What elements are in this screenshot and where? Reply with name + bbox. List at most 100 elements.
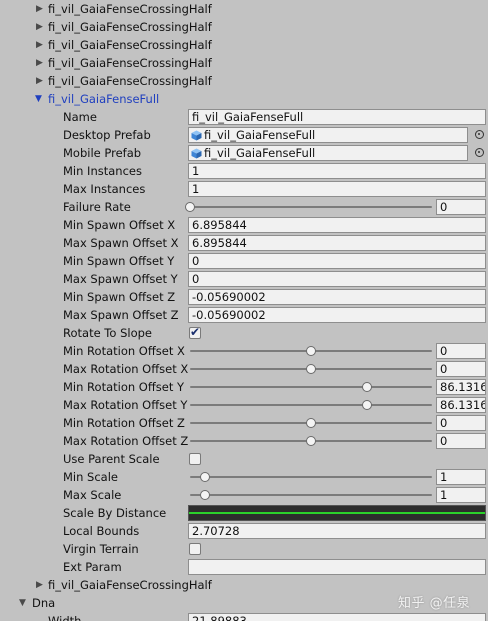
tree-item[interactable]: ▶ fi_vil_GaiaFenseCrossingHalf — [0, 0, 488, 18]
property-min-rotation-offset-y: Min Rotation Offset Y 86.1316 — [0, 378, 488, 396]
slider-thumb[interactable] — [361, 382, 372, 392]
property-virgin-terrain: Virgin Terrain — [0, 540, 488, 558]
slider-thumb[interactable] — [199, 472, 210, 482]
slider-track[interactable] — [190, 386, 432, 388]
slider-thumb[interactable] — [306, 346, 316, 356]
slider-thumb[interactable] — [306, 418, 316, 428]
min-rotation-offset-z-field[interactable]: 0 — [436, 415, 486, 431]
min-rotation-offset-x-field[interactable]: 0 — [436, 343, 486, 359]
slider-thumb[interactable] — [199, 490, 210, 500]
property-label: Rotate To Slope — [63, 326, 152, 340]
property-max-spawn-offset-z: Max Spawn Offset Z -0.05690002 — [0, 306, 488, 324]
min-spawn-offset-y-field[interactable]: 0 — [188, 253, 486, 269]
property-label: Min Scale — [63, 470, 119, 484]
property-label: Max Rotation Offset Y — [63, 398, 188, 412]
tree-item[interactable]: ▶ fi_vil_GaiaFenseCrossingHalf — [0, 72, 488, 90]
tree-item-label: fi_vil_GaiaFenseCrossingHalf — [48, 56, 212, 70]
property-min-spawn-offset-x: Min Spawn Offset X 6.895844 — [0, 216, 488, 234]
ext-param-field[interactable] — [188, 559, 486, 575]
use-parent-scale-checkbox[interactable] — [189, 453, 201, 465]
property-label: Scale By Distance — [63, 506, 167, 520]
property-rotate-to-slope: Rotate To Slope ✔ — [0, 324, 488, 342]
min-scale-field[interactable]: 1 — [436, 469, 486, 485]
max-spawn-offset-z-field[interactable]: -0.05690002 — [188, 307, 486, 323]
min-spawn-offset-z-field[interactable]: -0.05690002 — [188, 289, 486, 305]
property-label: Use Parent Scale — [63, 452, 160, 466]
property-label: Failure Rate — [63, 200, 131, 214]
expand-arrow-icon[interactable]: ▶ — [36, 39, 46, 51]
prefab-name: fi_vil_GaiaFenseFull — [204, 146, 316, 160]
failure-rate-field[interactable]: 0 — [436, 199, 486, 215]
max-rotation-offset-z-field[interactable]: 0 — [436, 433, 486, 449]
mobile-prefab-field[interactable]: fi_vil_GaiaFenseFull — [188, 145, 468, 161]
slider-track[interactable] — [190, 476, 432, 478]
property-label: Mobile Prefab — [63, 146, 142, 160]
property-label: Virgin Terrain — [63, 542, 139, 556]
width-field[interactable]: 21.89883 — [188, 613, 486, 621]
scale-by-distance-curve[interactable] — [188, 505, 486, 521]
property-label: Min Rotation Offset X — [63, 344, 185, 358]
slider-thumb[interactable] — [306, 436, 316, 446]
expand-arrow-icon[interactable]: ▶ — [36, 57, 46, 69]
property-label: Min Instances — [63, 164, 142, 178]
max-spawn-offset-y-field[interactable]: 0 — [188, 271, 486, 287]
name-field[interactable]: fi_vil_GaiaFenseFull — [188, 109, 486, 125]
property-label: Max Spawn Offset Y — [63, 272, 178, 286]
max-rotation-offset-y-field[interactable]: 86.1316 — [436, 397, 486, 413]
tree-item-label: fi_vil_GaiaFenseCrossingHalf — [48, 578, 212, 592]
tree-item-selected[interactable]: ▼ fi_vil_GaiaFenseFull — [0, 90, 488, 108]
max-rotation-offset-x-field[interactable]: 0 — [436, 361, 486, 377]
slider-track[interactable] — [190, 404, 432, 406]
expand-arrow-icon[interactable]: ▶ — [36, 3, 46, 15]
expand-arrow-icon[interactable]: ▶ — [36, 579, 46, 591]
property-width: Width 21.89883 — [0, 612, 488, 621]
min-spawn-offset-x-field[interactable]: 6.895844 — [188, 217, 486, 233]
expand-arrow-icon[interactable]: ▶ — [36, 21, 46, 33]
property-label: Min Rotation Offset Y — [63, 380, 185, 394]
property-label: Ext Param — [63, 560, 122, 574]
property-label: Local Bounds — [63, 524, 140, 538]
property-max-scale: Max Scale 1 — [0, 486, 488, 504]
watermark: 知乎 @任泉 — [398, 596, 471, 611]
slider-thumb[interactable] — [306, 364, 316, 374]
slider-track[interactable] — [190, 494, 432, 496]
slider-thumb[interactable] — [361, 400, 372, 410]
tree-item-label: fi_vil_GaiaFenseCrossingHalf — [48, 2, 212, 16]
property-use-parent-scale: Use Parent Scale — [0, 450, 488, 468]
expand-arrow-icon[interactable]: ▶ — [36, 75, 46, 87]
property-max-spawn-offset-y: Max Spawn Offset Y 0 — [0, 270, 488, 288]
max-spawn-offset-x-field[interactable]: 6.895844 — [188, 235, 486, 251]
property-failure-rate: Failure Rate 0 — [0, 198, 488, 216]
object-picker-icon[interactable] — [475, 130, 484, 139]
property-max-spawn-offset-x: Max Spawn Offset X 6.895844 — [0, 234, 488, 252]
slider-track[interactable] — [190, 206, 432, 208]
property-min-spawn-offset-z: Min Spawn Offset Z -0.05690002 — [0, 288, 488, 306]
prefab-name: fi_vil_GaiaFenseFull — [204, 128, 316, 142]
min-rotation-offset-y-field[interactable]: 86.1316 — [436, 379, 486, 395]
property-mobile-prefab: Mobile Prefab fi_vil_GaiaFenseFull — [0, 144, 488, 162]
object-picker-icon[interactable] — [475, 148, 484, 157]
rotate-to-slope-checkbox[interactable]: ✔ — [189, 326, 201, 339]
property-min-instances: Min Instances 1 — [0, 162, 488, 180]
tree-item[interactable]: ▶ fi_vil_GaiaFenseCrossingHalf — [0, 54, 488, 72]
tree-item[interactable]: ▶ fi_vil_GaiaFenseCrossingHalf — [0, 18, 488, 36]
property-desktop-prefab: Desktop Prefab fi_vil_GaiaFenseFull — [0, 126, 488, 144]
collapse-arrow-icon[interactable]: ▼ — [35, 93, 45, 105]
collapse-arrow-icon[interactable]: ▼ — [19, 597, 29, 609]
max-scale-field[interactable]: 1 — [436, 487, 486, 503]
property-scale-by-distance: Scale By Distance — [0, 504, 488, 522]
property-label: Width — [48, 614, 82, 621]
tree-item-label: fi_vil_GaiaFenseCrossingHalf — [48, 20, 212, 34]
property-min-rotation-offset-x: Min Rotation Offset X 0 — [0, 342, 488, 360]
max-instances-field[interactable]: 1 — [188, 181, 486, 197]
virgin-terrain-checkbox[interactable] — [189, 543, 201, 555]
property-label: Min Spawn Offset Y — [63, 254, 175, 268]
property-name: Name fi_vil_GaiaFenseFull — [0, 108, 488, 126]
slider-thumb[interactable] — [185, 202, 195, 212]
tree-item-label: fi_vil_GaiaFenseFull — [48, 92, 160, 106]
desktop-prefab-field[interactable]: fi_vil_GaiaFenseFull — [188, 127, 468, 143]
tree-item[interactable]: ▶ fi_vil_GaiaFenseCrossingHalf — [0, 36, 488, 54]
local-bounds-field[interactable]: 2.70728 — [188, 523, 486, 539]
min-instances-field[interactable]: 1 — [188, 163, 486, 179]
property-label: Min Spawn Offset X — [63, 218, 176, 232]
